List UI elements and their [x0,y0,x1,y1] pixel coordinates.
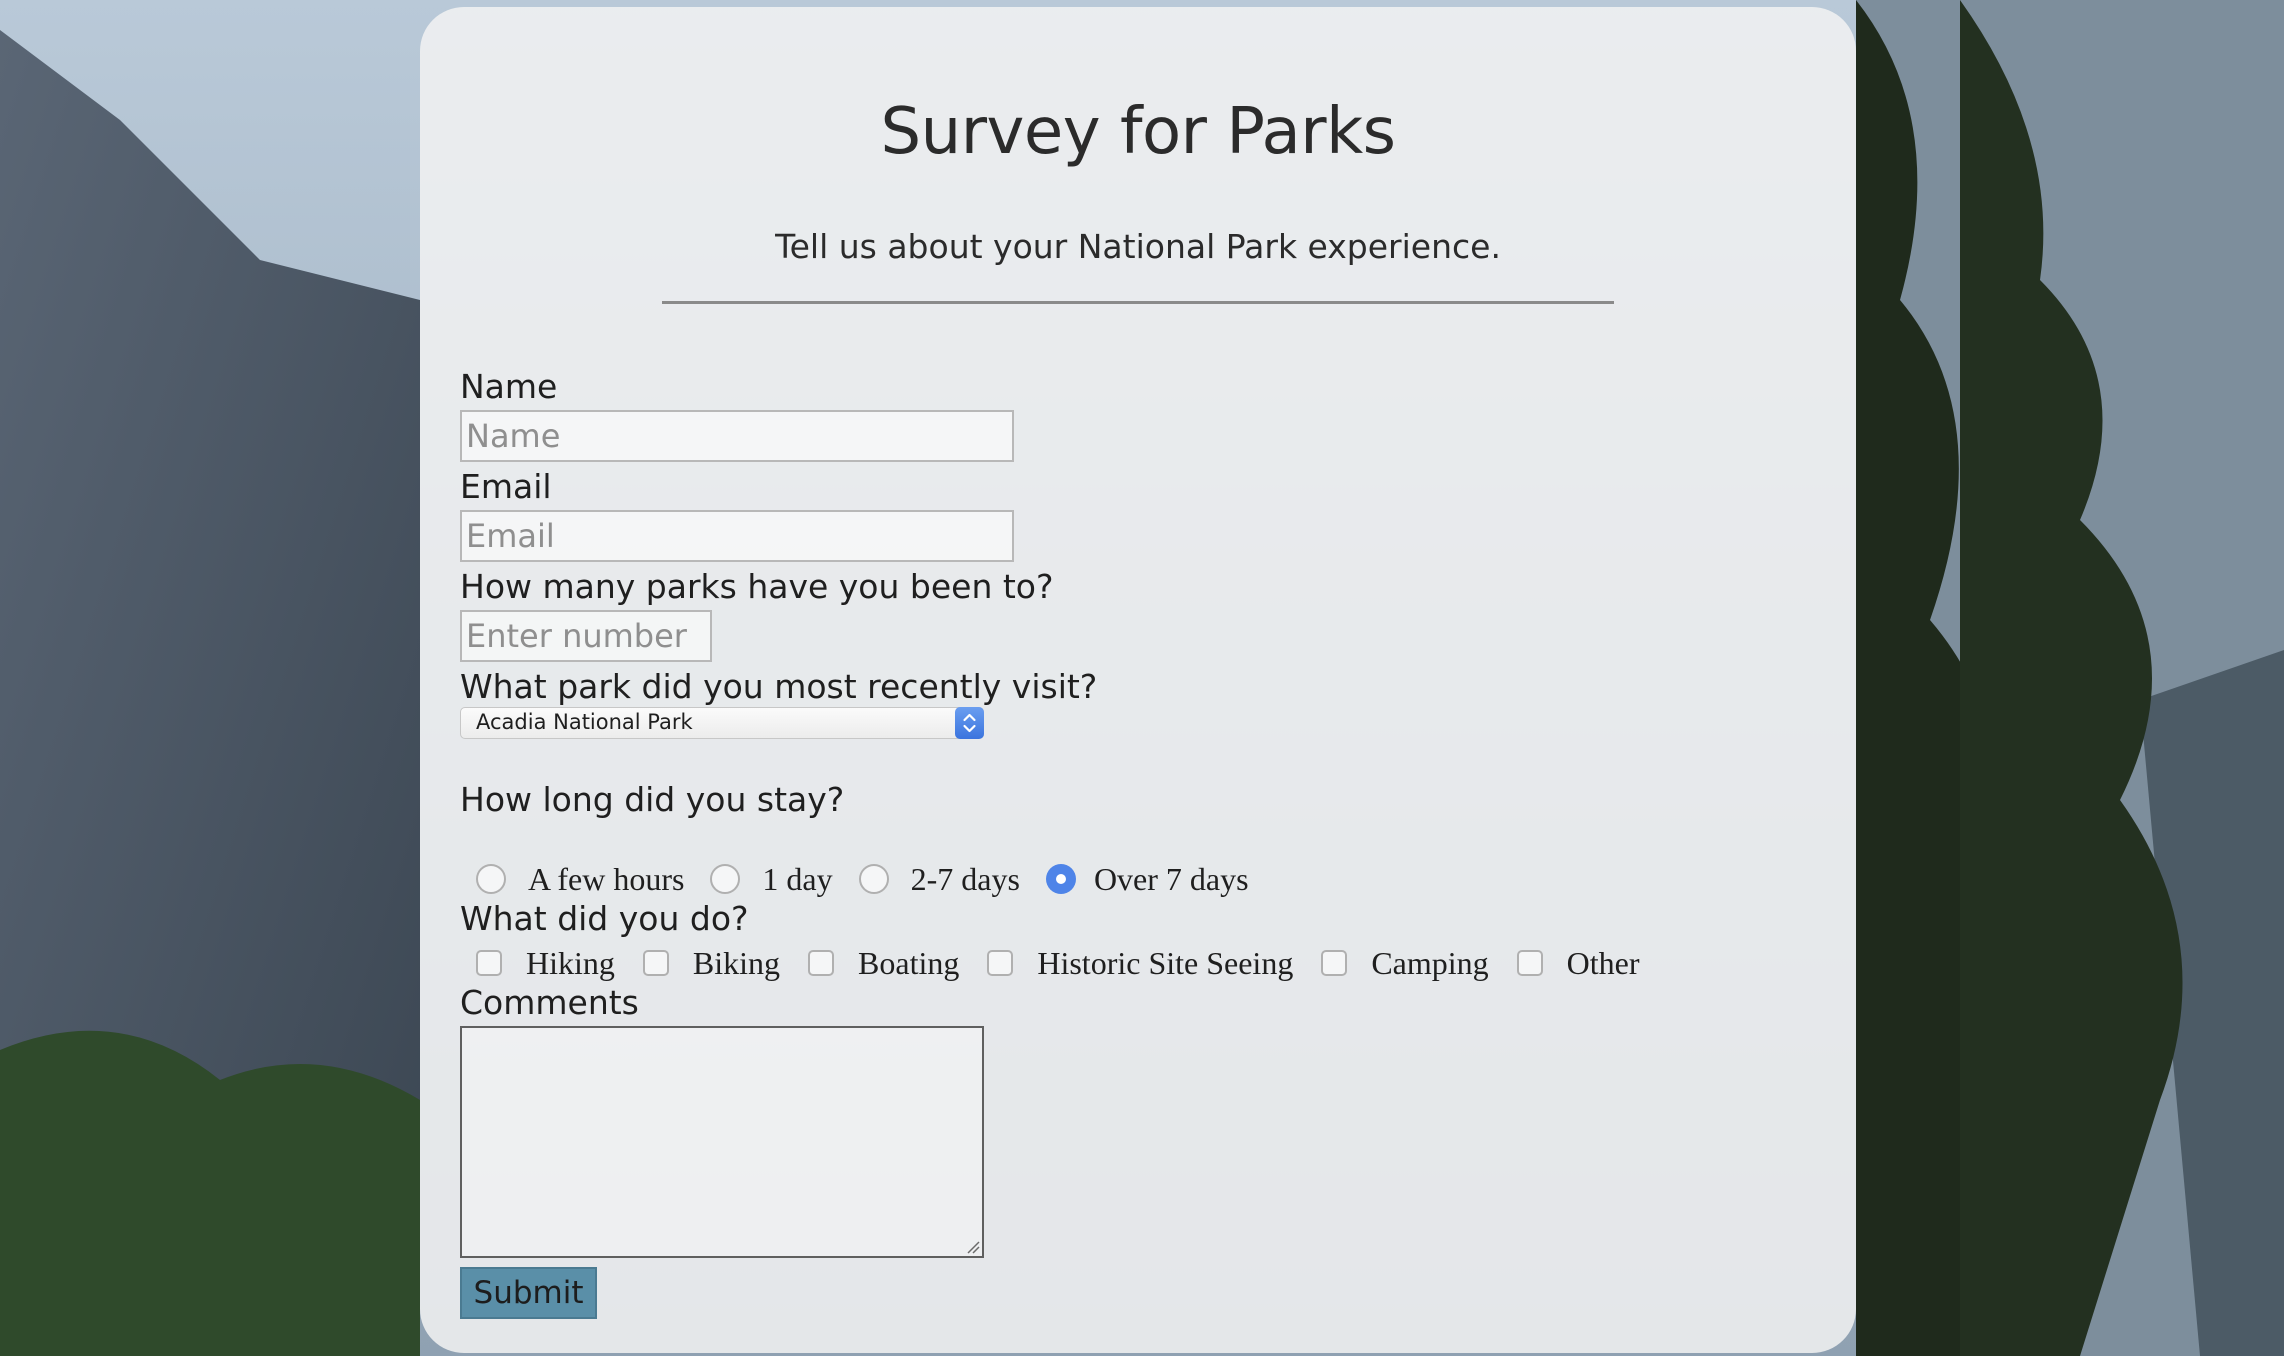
activity-option-biking[interactable]: Biking [642,944,781,982]
chevron-up-down-icon [955,707,984,739]
activity-option-label: Camping [1371,944,1489,981]
activity-option-boating[interactable]: Boating [808,945,959,982]
checkbox-other[interactable] [1516,950,1543,976]
activity-option-label: Other [1566,944,1640,981]
stay-option-1-day[interactable]: 1 day [710,860,833,898]
survey-form-card: Survey for Parks Tell us about your Nati… [420,7,1856,1353]
activity-option-camping[interactable]: Camping [1321,944,1489,982]
activity-option-label: Boating [858,944,960,981]
activity-option-other[interactable]: Other [1516,944,1640,982]
checkbox-boating[interactable] [808,950,835,976]
activity-option-label: Historic Site Seeing [1037,944,1294,981]
stay-option-label: 2-7 days [910,860,1020,897]
activities-label: What did you do? [460,899,749,938]
activities-options: Hiking Biking Boating Historic Site Seei… [476,943,1640,983]
checkbox-historic-site-seeing[interactable] [987,950,1014,976]
radio-a-few-hours[interactable] [476,864,506,894]
parks-count-input[interactable] [460,610,712,662]
survey-title: Survey for Parks [880,95,1396,169]
activity-option-label: Biking [692,944,781,981]
stay-option-label: A few hours [528,860,685,897]
radio-over-7-days[interactable] [1045,864,1076,894]
parks-count-label: How many parks have you been to? [460,567,1054,606]
checkbox-biking[interactable] [642,950,669,976]
checkbox-hiking[interactable] [476,950,502,976]
recent-park-select[interactable]: Acadia National Park [460,707,984,739]
stay-length-label: How long did you stay? [460,780,845,819]
stay-option-2-7-days[interactable]: 2-7 days [858,860,1020,898]
stay-option-a-few-hours[interactable]: A few hours [476,861,684,898]
activity-option-historic-site-seeing[interactable]: Historic Site Seeing [987,945,1293,982]
radio-1-day[interactable] [710,864,741,894]
activity-option-hiking[interactable]: Hiking [476,945,615,982]
stay-option-label: 1 day [762,860,833,897]
checkbox-camping[interactable] [1321,950,1348,976]
recent-park-label: What park did you most recently visit? [460,667,1098,706]
email-input[interactable] [460,510,1014,562]
resize-grip-icon[interactable] [966,1240,980,1254]
activity-option-label: Hiking [526,944,615,981]
radio-2-7-days[interactable] [858,864,889,894]
stay-option-over-7-days[interactable]: Over 7 days [1045,860,1249,898]
comments-label: Comments [460,983,639,1022]
header-divider [662,301,1614,304]
recent-park-selected-value: Acadia National Park [476,710,693,734]
name-input[interactable] [460,410,1014,462]
comments-textarea[interactable] [460,1026,984,1258]
email-label: Email [460,467,552,506]
stay-length-options: A few hours 1 day 2-7 days Over 7 days [476,859,1249,899]
name-label: Name [460,367,558,406]
submit-button[interactable]: Submit [460,1267,597,1319]
survey-description: Tell us about your National Park experie… [775,227,1501,266]
stay-option-label: Over 7 days [1093,860,1249,897]
